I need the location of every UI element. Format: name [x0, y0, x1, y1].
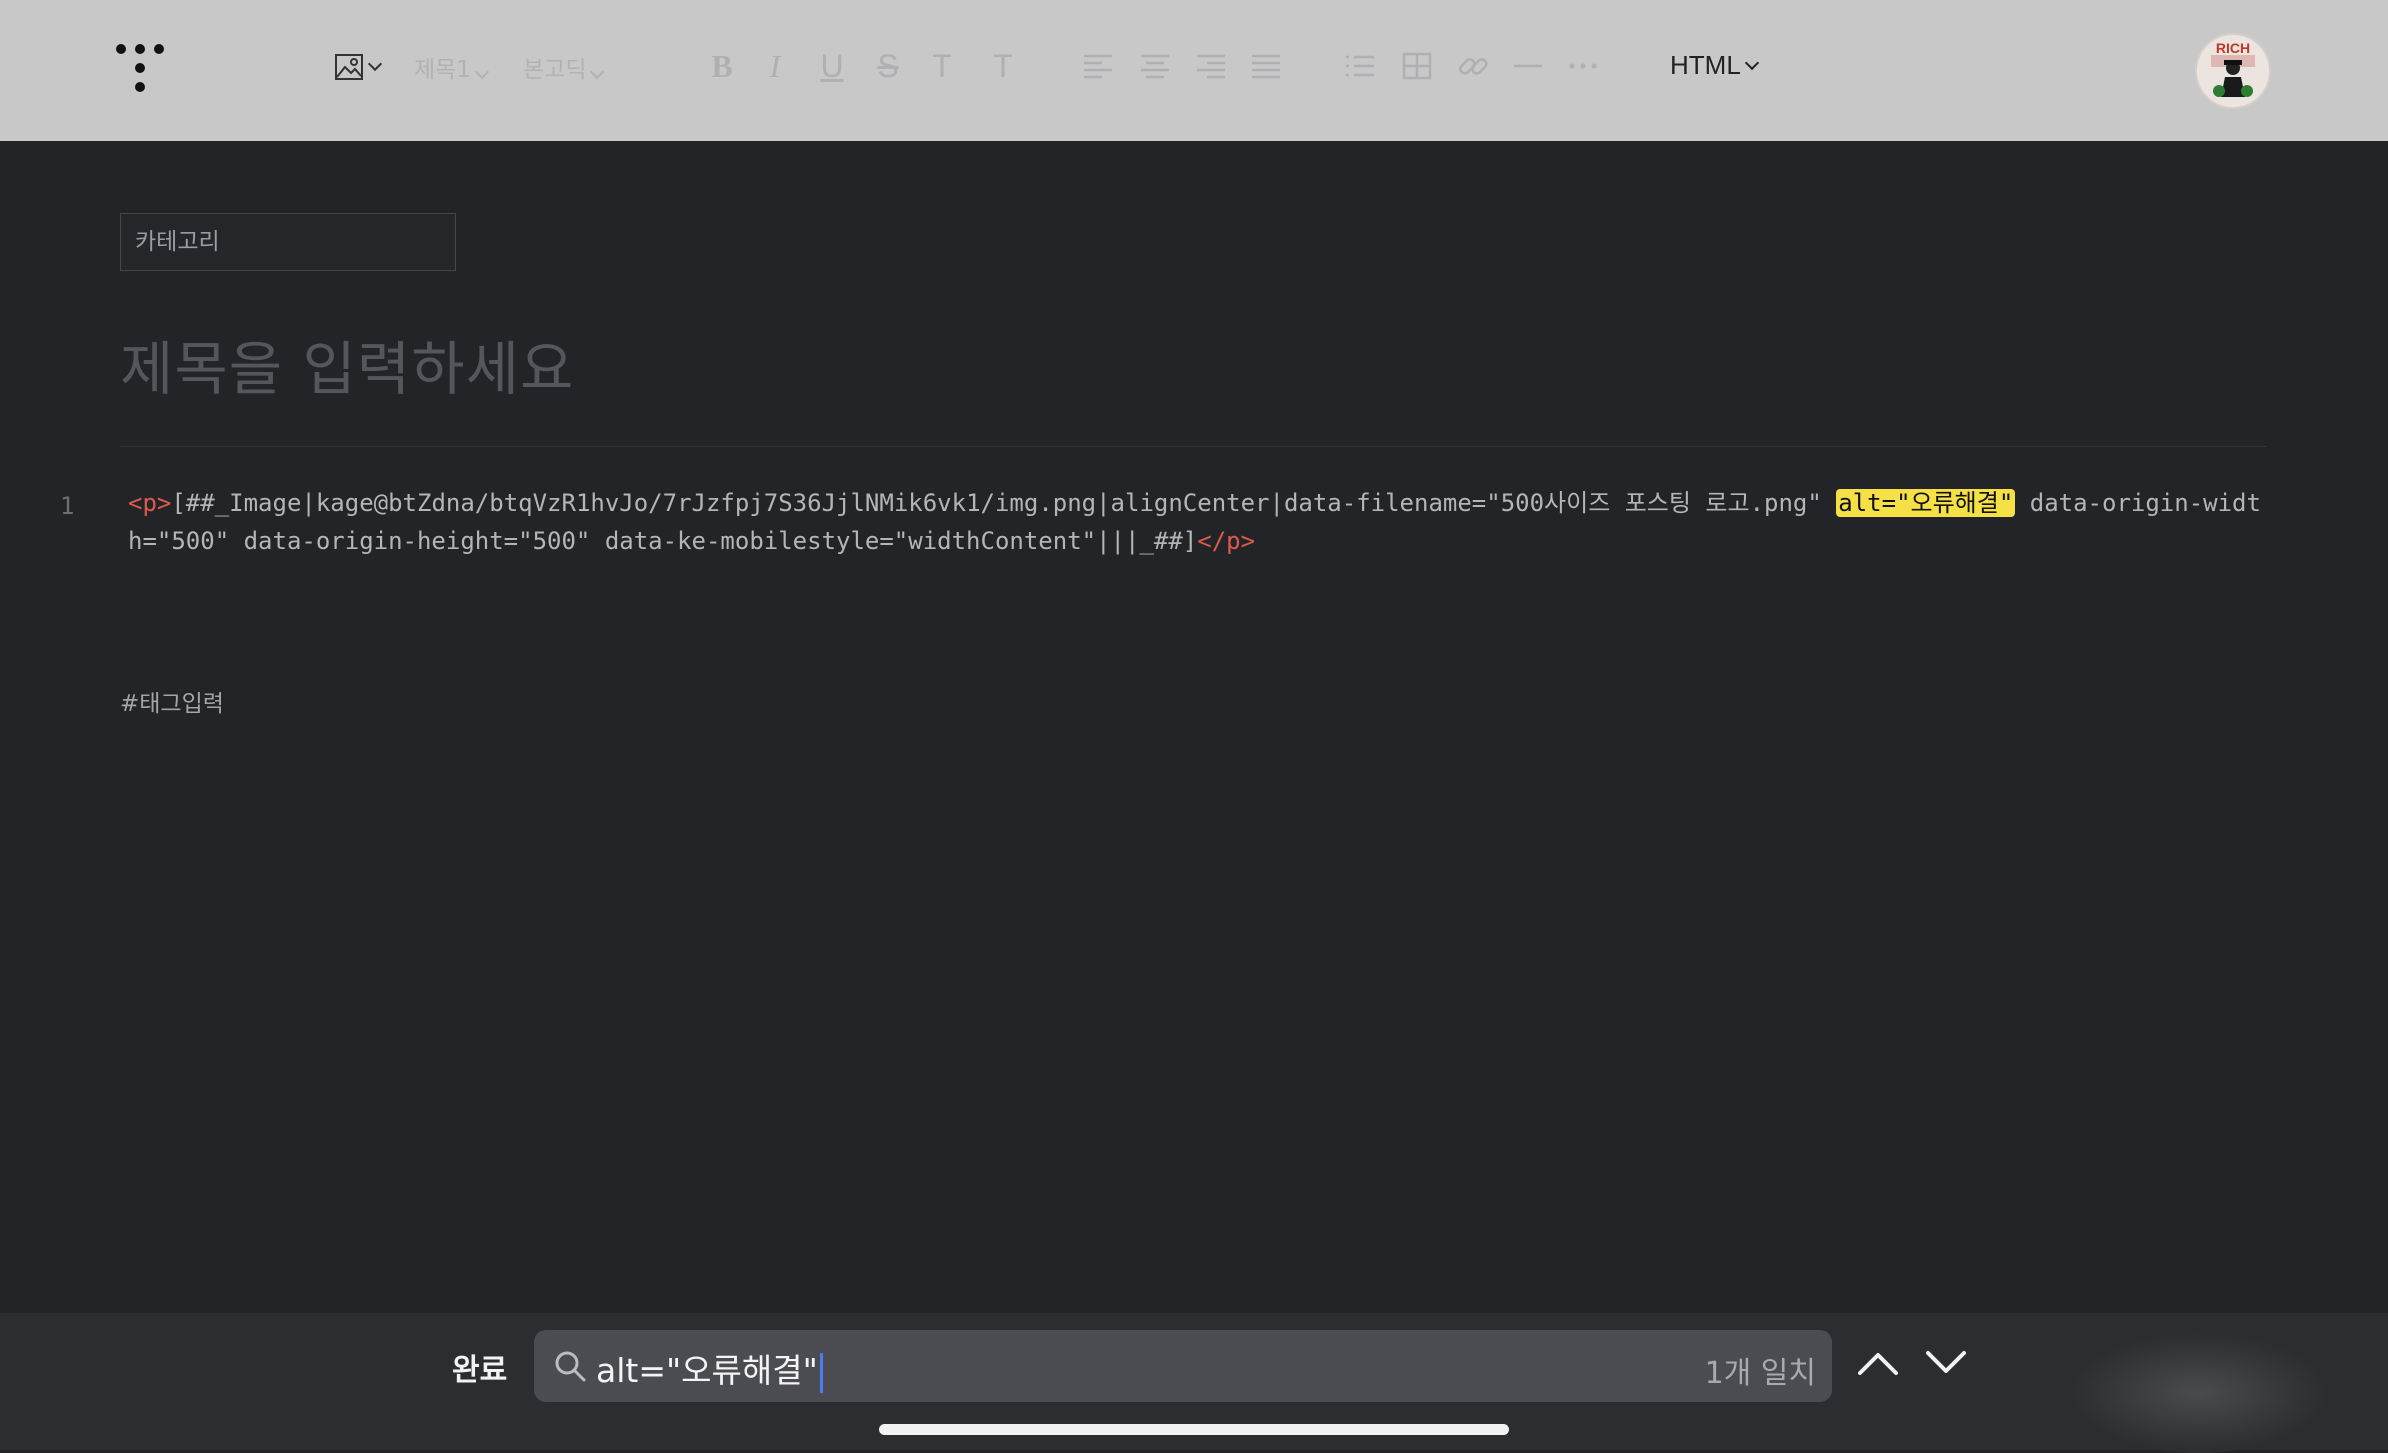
avatar-image: RICH [2211, 40, 2255, 97]
text-caret [819, 1352, 823, 1393]
title-divider [120, 446, 2266, 447]
list-icon[interactable] [1342, 48, 1378, 84]
bold-icon[interactable]: B [704, 48, 740, 84]
chevron-down-icon [1744, 55, 1759, 70]
editor-mode-select[interactable]: HTML [1670, 50, 1759, 81]
underline-icon[interactable]: U [814, 48, 850, 84]
italic-icon[interactable]: I [757, 48, 793, 84]
search-match-highlight: alt="오류해결" [1836, 489, 2016, 517]
code-open-tag: <p> [128, 489, 172, 517]
align-center-icon[interactable] [1137, 48, 1173, 84]
align-right-icon[interactable] [1193, 48, 1229, 84]
heading-select-label: 제목1 [414, 57, 471, 83]
image-insert-button[interactable] [334, 46, 383, 88]
next-match-chevron-down-icon[interactable] [1924, 1345, 1968, 1381]
find-query-text: alt="오류해결" [596, 1351, 818, 1390]
background-color-icon[interactable]: T [985, 48, 1021, 84]
strikethrough-icon[interactable]: S [870, 48, 906, 84]
chevron-down-icon [590, 64, 605, 80]
search-icon [555, 1351, 586, 1382]
html-code-editor[interactable]: <p>[##_Image|kage@btZdna/btqVzR1hvJo/7rJ… [128, 484, 2263, 560]
avatar-text: RICH [2216, 40, 2250, 56]
editor-toolbar: 제목1 본고딕 B I U S T T HTML RICH [0, 0, 2388, 141]
align-left-icon[interactable] [1080, 48, 1116, 84]
line-number: 1 [60, 492, 75, 520]
table-icon[interactable] [1399, 48, 1435, 84]
chevron-down-icon [367, 56, 383, 72]
code-close-tag: </p> [1197, 527, 1256, 555]
category-placeholder: 카테고리 [135, 229, 220, 255]
post-title-input[interactable]: 제목을 입력하세요 [120, 322, 574, 406]
avatar[interactable]: RICH [2195, 33, 2271, 109]
previous-match-chevron-up-icon[interactable] [1856, 1345, 1900, 1381]
find-input-value: alt="오류해결" [596, 1344, 823, 1393]
align-justify-icon[interactable] [1248, 48, 1284, 84]
category-select[interactable]: 카테고리 [120, 213, 456, 271]
tag-input[interactable]: #태그입력 [120, 684, 224, 718]
font-select[interactable]: 본고딕 [523, 50, 605, 84]
home-indicator [879, 1424, 1509, 1435]
tistory-logo-icon[interactable] [116, 40, 176, 96]
more-icon[interactable] [1565, 48, 1601, 84]
done-button[interactable]: 완료 [452, 1345, 507, 1389]
background-blur [2068, 1333, 2328, 1453]
editor-mode-label: HTML [1670, 50, 1741, 80]
heading-select[interactable]: 제목1 [414, 50, 490, 84]
match-count: 1개 일치 [1704, 1356, 1816, 1391]
text-color-icon[interactable]: T [924, 48, 960, 84]
link-icon[interactable] [1455, 48, 1491, 84]
chevron-down-icon [474, 64, 490, 80]
font-select-label: 본고딕 [523, 57, 587, 83]
code-text-before: [##_Image|kage@btZdna/btqVzR1hvJo/7rJzfp… [171, 489, 1837, 517]
image-icon [335, 54, 363, 80]
find-input[interactable]: alt="오류해결" 1개 일치 [534, 1330, 1832, 1402]
divider-icon[interactable] [1510, 48, 1546, 84]
